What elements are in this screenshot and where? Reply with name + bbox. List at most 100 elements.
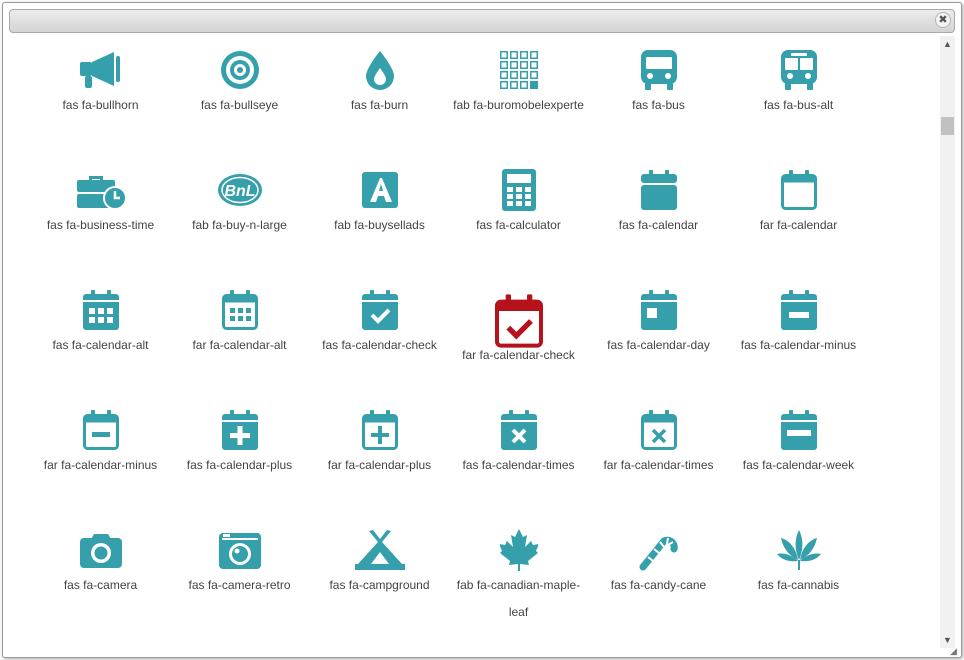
icon-option-label: fab fa-buy-n-large <box>192 218 287 232</box>
icon-option[interactable]: fas fa-business-time <box>31 156 170 266</box>
icon-option[interactable]: fas fa-camera <box>31 516 170 626</box>
icon-option-label: fas fa-bus-alt <box>763 98 834 112</box>
resize-grip-icon[interactable]: ◢ <box>950 646 960 656</box>
icon-option[interactable]: fas fa-candy-cane <box>589 516 728 626</box>
scroll-thumb[interactable] <box>941 117 954 135</box>
icon-option-label: far fa-calendar <box>759 218 838 232</box>
icon-option-label: fas fa-calendar-minus <box>740 338 857 352</box>
icon-option[interactable]: far fa-calendar-times <box>589 396 728 506</box>
icon-option[interactable]: fas fa-bus <box>589 36 728 146</box>
icon-option[interactable]: fas fa-burn <box>310 36 449 146</box>
calendar-check-icon <box>310 288 449 332</box>
calendar-times-outline-icon <box>589 408 728 452</box>
icon-option[interactable]: fas fa-calendar-times <box>449 396 588 506</box>
icon-option[interactable]: far fa-calendar <box>729 156 868 266</box>
icon-option-label: far fa-calendar-plus <box>327 458 432 472</box>
buromobelexperte-icon <box>449 48 588 92</box>
bullhorn-icon <box>31 48 170 92</box>
icon-option-label: fas fa-calculator <box>476 218 561 232</box>
dialog-titlebar[interactable]: ✖ <box>9 9 955 33</box>
icon-picker-dialog: ✖ fas fa-bullhorn fas fa-bullseye fas fa… <box>2 2 962 658</box>
cannabis-icon <box>729 528 868 572</box>
icon-option[interactable]: fas fa-calendar <box>589 156 728 266</box>
icon-option-label: fas fa-calendar-alt <box>52 338 149 352</box>
close-icon: ✖ <box>938 13 948 26</box>
icon-option[interactable]: fas fa-bus-alt <box>729 36 868 146</box>
buy-n-large-icon: BnL <box>170 168 309 212</box>
icon-option-label: fas fa-camera-retro <box>188 578 291 592</box>
icon-option-label: fas fa-cannabis <box>757 578 840 592</box>
candy-cane-icon <box>589 528 728 572</box>
icon-option-label: fas fa-business-time <box>46 218 155 232</box>
bus-alt-icon <box>729 48 868 92</box>
calendar-outline-icon <box>729 168 868 212</box>
icon-option-label: fas fa-calendar-check <box>322 338 437 352</box>
scroll-up-button[interactable]: ▲ <box>940 36 955 52</box>
calendar-times-icon <box>449 408 588 452</box>
icon-option[interactable]: fas fa-calendar-minus <box>729 276 868 386</box>
icon-option-label: fas fa-calendar-week <box>742 458 855 472</box>
icon-option[interactable]: fab fa-buromobelexperte <box>449 36 588 146</box>
icon-option[interactable]: fas fa-camera-retro <box>170 516 309 626</box>
close-button[interactable]: ✖ <box>935 12 951 28</box>
calendar-alt-outline-icon <box>170 288 309 332</box>
icon-option[interactable]: fab fa-buysellads <box>310 156 449 266</box>
calculator-icon <box>449 168 588 212</box>
vertical-scrollbar[interactable]: ▲ ▼ <box>940 36 955 648</box>
icon-option-label: fab fa-canadian-maple-leaf <box>456 578 581 619</box>
icon-option[interactable]: far fa-calendar-plus <box>310 396 449 506</box>
icon-option-label: fas fa-calendar-times <box>462 458 575 472</box>
icon-option[interactable]: fas fa-calendar-plus <box>170 396 309 506</box>
calendar-plus-icon <box>170 408 309 452</box>
icon-option-label: fas fa-campground <box>329 578 430 592</box>
calendar-day-icon <box>589 288 728 332</box>
business-time-icon <box>31 168 170 212</box>
icon-option[interactable]: fas fa-cannabis <box>729 516 868 626</box>
icon-option-label: fas fa-camera <box>63 578 138 592</box>
bus-icon <box>589 48 728 92</box>
chevron-down-icon: ▼ <box>943 635 952 645</box>
icon-option[interactable]: fas fa-calendar-week <box>729 396 868 506</box>
chevron-up-icon: ▲ <box>943 39 952 49</box>
calendar-minus-outline-icon <box>31 408 170 452</box>
icon-grid-viewport: fas fa-bullhorn fas fa-bullseye fas fa-b… <box>11 36 936 656</box>
icon-option[interactable]: fas fa-calendar-check <box>310 276 449 386</box>
icon-option-label: fas fa-bus <box>632 98 685 112</box>
icon-option-label: fas fa-calendar-day <box>607 338 710 352</box>
canadian-maple-leaf-icon <box>449 528 588 572</box>
camera-icon <box>31 528 170 572</box>
icon-option-label: fas fa-calendar-plus <box>186 458 293 472</box>
calendar-week-icon <box>729 408 868 452</box>
icon-option[interactable]: fas fa-calculator <box>449 156 588 266</box>
camera-retro-icon <box>170 528 309 572</box>
buysellads-icon <box>310 168 449 212</box>
icon-option-label: fas fa-calendar <box>618 218 699 232</box>
icon-option[interactable]: far fa-calendar-alt <box>170 276 309 386</box>
icon-option[interactable]: fas fa-calendar-day <box>589 276 728 386</box>
icon-option-label: far fa-calendar-check <box>462 348 575 362</box>
icon-option[interactable]: fas fa-bullseye <box>170 36 309 146</box>
calendar-alt-icon <box>31 288 170 332</box>
bullseye-icon <box>170 48 309 92</box>
icon-option[interactable]: fas fa-campground <box>310 516 449 626</box>
calendar-plus-outline-icon <box>310 408 449 452</box>
icon-option-label: far fa-calendar-times <box>603 458 714 472</box>
icon-option-label: fab fa-buromobelexperte <box>453 98 584 112</box>
icon-option-label: far fa-calendar-minus <box>43 458 158 472</box>
icon-option-label: fas fa-bullseye <box>200 98 279 112</box>
calendar-minus-icon <box>729 288 868 332</box>
icon-option[interactable]: far fa-calendar-check <box>449 276 588 386</box>
calendar-icon <box>589 168 728 212</box>
icon-option[interactable]: fas fa-bullhorn <box>31 36 170 146</box>
icon-option-label: fas fa-candy-cane <box>610 578 707 592</box>
calendar-check-outline-icon <box>449 293 588 349</box>
campground-icon <box>310 528 449 572</box>
icon-option[interactable]: far fa-calendar-minus <box>31 396 170 506</box>
icon-option-label: far fa-calendar-alt <box>192 338 287 352</box>
svg-text:BnL: BnL <box>224 183 255 200</box>
icon-option[interactable]: fas fa-calendar-alt <box>31 276 170 386</box>
icon-option-label: fas fa-bullhorn <box>62 98 139 112</box>
icon-option[interactable]: BnL fab fa-buy-n-large <box>170 156 309 266</box>
icon-option-label: fab fa-buysellads <box>334 218 425 232</box>
icon-option[interactable]: fab fa-canadian-maple-leaf <box>449 516 588 626</box>
